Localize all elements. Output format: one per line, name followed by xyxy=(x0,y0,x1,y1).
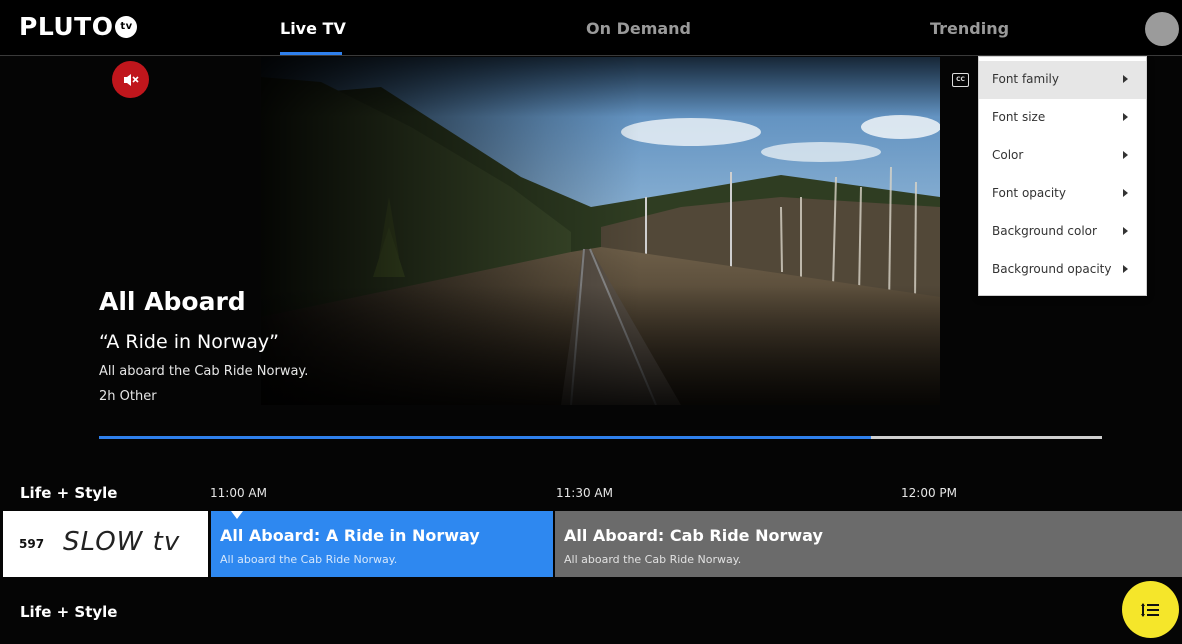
pluto-tv-app: PLUTO tv Live TV On Demand Trending CC A… xyxy=(0,0,1182,644)
chevron-right-icon xyxy=(1123,189,1128,197)
pluto-tv-logo[interactable]: PLUTO tv xyxy=(19,12,138,41)
guide-category-heading: Life + Style xyxy=(20,484,118,502)
menu-item-background-color[interactable]: Background color xyxy=(979,213,1146,251)
tab-live-tv[interactable]: Live TV xyxy=(280,19,346,38)
caption-settings-menu: Font family Font size Color Font opacity… xyxy=(978,56,1147,296)
channel-logo: SLOW tv xyxy=(63,527,181,557)
logo-text: PLUTO xyxy=(19,12,114,41)
menu-item-background-opacity[interactable]: Background opacity xyxy=(979,251,1146,289)
menu-item-font-opacity[interactable]: Font opacity xyxy=(979,175,1146,213)
time-slot-1100: 11:00 AM xyxy=(210,486,267,500)
playback-progress-fill xyxy=(99,436,872,439)
guide-list-icon xyxy=(1140,602,1159,617)
channel-number: 597 xyxy=(19,537,45,551)
menu-item-label: Font family xyxy=(992,72,1059,86)
guide-toggle-button[interactable] xyxy=(1122,581,1179,638)
time-slot-1200: 12:00 PM xyxy=(901,486,957,500)
tab-trending[interactable]: Trending xyxy=(930,19,1009,38)
guide-category-heading: Life + Style xyxy=(20,603,118,621)
show-description: All aboard the Cab Ride Norway. xyxy=(99,364,309,379)
menu-item-font-family[interactable]: Font family xyxy=(979,61,1146,99)
menu-item-label: Color xyxy=(992,148,1024,162)
program-title: All Aboard: Cab Ride Norway xyxy=(564,526,823,545)
menu-item-label: Font size xyxy=(992,110,1046,124)
time-slot-1130: 11:30 AM xyxy=(556,486,613,500)
chevron-right-icon xyxy=(1123,113,1128,121)
logo-tv-badge: tv xyxy=(115,15,138,38)
video-player[interactable] xyxy=(261,57,940,405)
menu-item-font-size[interactable]: Font size xyxy=(979,99,1146,137)
channel-cell[interactable]: 597 SLOW tv xyxy=(3,511,208,577)
chevron-right-icon xyxy=(1123,75,1128,83)
program-title: All Aboard: A Ride in Norway xyxy=(220,526,480,545)
program-next[interactable]: All Aboard: Cab Ride Norway All aboard t… xyxy=(555,511,1182,577)
menu-item-label: Font opacity xyxy=(992,186,1066,200)
now-time-marker xyxy=(231,511,243,519)
top-nav: PLUTO tv Live TV On Demand Trending xyxy=(0,0,1182,56)
show-meta: 2h Other xyxy=(99,389,157,404)
chevron-right-icon xyxy=(1123,265,1128,273)
guide-row: 597 SLOW tv All Aboard: A Ride in Norway… xyxy=(0,511,1182,577)
menu-item-color[interactable]: Color xyxy=(979,137,1146,175)
user-avatar[interactable] xyxy=(1145,12,1179,46)
mute-button[interactable] xyxy=(112,61,149,98)
chevron-right-icon xyxy=(1123,151,1128,159)
active-tab-indicator xyxy=(280,52,342,55)
chevron-right-icon xyxy=(1123,227,1128,235)
menu-item-label: Background opacity xyxy=(992,262,1112,276)
program-description: All aboard the Cab Ride Norway. xyxy=(564,553,742,566)
show-title: All Aboard xyxy=(99,287,246,316)
video-bottom-fade xyxy=(261,285,940,405)
program-current[interactable]: All Aboard: A Ride in Norway All aboard … xyxy=(211,511,553,577)
closed-captions-icon[interactable]: CC xyxy=(952,73,969,87)
episode-title: “A Ride in Norway” xyxy=(99,331,279,353)
playback-progress-bar[interactable] xyxy=(99,436,1102,439)
speaker-muted-icon xyxy=(123,73,139,86)
program-description: All aboard the Cab Ride Norway. xyxy=(220,553,398,566)
menu-item-label: Background color xyxy=(992,224,1097,238)
tab-on-demand[interactable]: On Demand xyxy=(586,19,691,38)
